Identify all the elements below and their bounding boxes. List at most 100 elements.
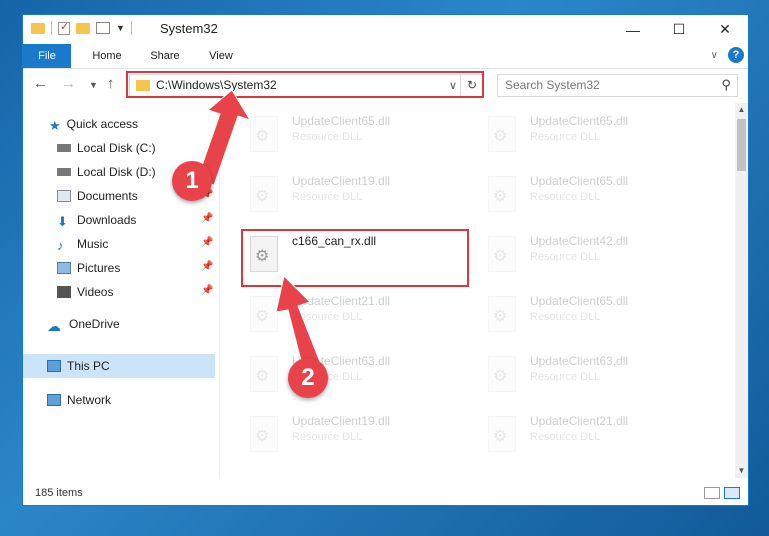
scroll-thumb[interactable] (737, 119, 746, 171)
file-type: Resource DLL (292, 431, 363, 443)
file-type: Resource DLL (530, 191, 601, 203)
sidebar-item-this-pc[interactable]: This PC (47, 355, 110, 377)
item-count: 185 items (35, 487, 83, 499)
file-item[interactable]: UpdateClient42.dll Resource DLL (480, 233, 710, 283)
dll-file-icon (250, 416, 278, 452)
dll-file-icon (488, 176, 516, 212)
search-icon[interactable]: ⚲ (721, 77, 731, 93)
sidebar-item-label: Pictures (77, 261, 121, 275)
file-list: UpdateClient65.dll Resource DLL UpdateCl… (219, 103, 736, 478)
file-name: UpdateClient65.dll (292, 114, 391, 128)
sidebar-item-documents[interactable]: Documents (57, 185, 138, 207)
status-bar: 185 items (23, 483, 748, 505)
file-name: UpdateClient65.dll (530, 114, 629, 128)
scroll-down-icon[interactable]: ▼ (735, 464, 748, 478)
dll-file-icon (250, 116, 278, 152)
file-item[interactable]: UpdateClient63.dll Resource DLL (242, 353, 472, 403)
sidebar-item-onedrive[interactable]: ☁ OneDrive (47, 313, 120, 335)
file-name: UpdateClient65.dll (530, 174, 629, 188)
computer-icon (47, 360, 61, 372)
file-name: UpdateClient65.dll (530, 294, 629, 308)
sidebar-item-quick-access[interactable]: ★ Quick access (49, 113, 138, 135)
search-input[interactable]: Search System32 ⚲ (497, 74, 738, 97)
search-placeholder: Search System32 (505, 78, 600, 92)
file-name: UpdateClient19.dll (292, 174, 391, 188)
dll-file-icon (250, 296, 278, 332)
callout-badge-2: 2 (288, 358, 328, 398)
file-item[interactable]: UpdateClient65.dll Resource DLL (480, 113, 710, 163)
file-item[interactable]: UpdateClient65.dll Resource DLL (480, 173, 710, 223)
dll-file-icon (488, 416, 516, 452)
pin-icon[interactable]: 📌 (201, 261, 213, 272)
sidebar-item-local-disk-c[interactable]: Local Disk (C:) (57, 137, 156, 159)
properties-icon[interactable] (58, 20, 70, 35)
tab-file[interactable]: File (23, 44, 71, 68)
title-bar: ▼ System32 — ☐ ✕ (23, 15, 748, 44)
sidebar-item-label: Local Disk (D:) (77, 165, 156, 179)
file-name: UpdateClient42.dll (530, 234, 629, 248)
file-item[interactable]: UpdateClient19.dll Resource DLL (242, 173, 472, 223)
sidebar-item-label: Local Disk (C:) (77, 141, 156, 155)
navigation-bar: ← → ▼ ↑ C:\Windows\System32 ∨ ↻ Search S… (23, 70, 748, 102)
pin-icon[interactable]: 📌 (201, 237, 213, 248)
quick-access-toolbar: ▼ (31, 20, 132, 35)
file-type: Resource DLL (530, 251, 601, 263)
recent-locations-icon[interactable]: ▼ (89, 80, 98, 90)
sidebar-item-label: Quick access (66, 117, 139, 131)
tab-view[interactable]: View (201, 44, 241, 68)
downloads-icon: ⬇ (57, 214, 68, 229)
network-icon (47, 394, 61, 406)
toolbar-divider (130, 21, 132, 35)
pin-icon[interactable]: 📌 (201, 285, 213, 296)
tab-home[interactable]: Home (85, 44, 129, 68)
ribbon-tabs: File Home Share View ∨ ? (23, 44, 748, 69)
file-name: UpdateClient19.dll (292, 414, 391, 428)
up-arrow-icon[interactable]: ↑ (107, 75, 115, 92)
maximize-button[interactable]: ☐ (656, 15, 702, 44)
pin-icon[interactable]: 📌 (201, 213, 213, 224)
scroll-up-icon[interactable]: ▲ (735, 103, 748, 117)
details-view-icon[interactable] (704, 487, 720, 499)
file-name: UpdateClient21.dll (530, 414, 629, 428)
music-icon: ♪ (57, 238, 64, 253)
file-item[interactable]: UpdateClient19.dll Resource DLL (242, 413, 472, 463)
dll-file-icon (250, 176, 278, 212)
dll-file-icon (488, 116, 516, 152)
customize-toolbar-icon[interactable] (96, 22, 110, 34)
minimize-button[interactable]: — (610, 15, 656, 44)
new-folder-icon[interactable] (76, 22, 90, 34)
drive-icon (57, 144, 71, 152)
sidebar-item-network[interactable]: Network (47, 389, 111, 411)
file-item[interactable]: UpdateClient21.dll Resource DLL (480, 413, 710, 463)
file-item[interactable]: UpdateClient21.dll Resource DLL (242, 293, 472, 343)
file-item[interactable]: UpdateClient65.dll Resource DLL (242, 113, 472, 163)
tiles-view-icon[interactable] (724, 487, 740, 499)
sidebar-item-label: Documents (77, 189, 138, 203)
tab-share[interactable]: Share (143, 44, 187, 68)
sidebar-item-pictures[interactable]: Pictures (57, 257, 120, 279)
navigation-pane: ★ Quick access Local Disk (C:) Local Dis… (23, 103, 218, 478)
sidebar-item-label: This PC (67, 359, 110, 373)
videos-icon (57, 286, 71, 298)
sidebar-item-downloads[interactable]: ⬇ Downloads (57, 209, 136, 231)
vertical-scrollbar[interactable]: ▲ ▼ (735, 103, 748, 478)
file-type: Resource DLL (530, 311, 601, 323)
file-item[interactable]: UpdateClient65.dll Resource DLL (480, 293, 710, 343)
sidebar-item-label: Music (77, 237, 109, 251)
forward-arrow-icon[interactable]: → (61, 75, 76, 92)
file-type: Resource DLL (530, 371, 601, 383)
sidebar-item-label: OneDrive (69, 317, 120, 331)
sidebar-item-local-disk-d[interactable]: Local Disk (D:) (57, 161, 156, 183)
back-arrow-icon[interactable]: ← (33, 75, 48, 92)
documents-icon (57, 190, 71, 202)
sidebar-item-label: Network (67, 393, 112, 407)
file-type: Resource DLL (292, 311, 363, 323)
sidebar-item-videos[interactable]: Videos (57, 281, 113, 303)
close-button[interactable]: ✕ (702, 15, 748, 44)
help-icon[interactable]: ? (728, 47, 744, 63)
expand-ribbon-icon[interactable]: ∨ (711, 50, 718, 61)
chevron-down-icon[interactable]: ▼ (116, 23, 125, 33)
file-item[interactable]: UpdateClient63.dll Resource DLL (480, 353, 710, 403)
file-name: UpdateClient21.dll (292, 294, 391, 308)
sidebar-item-music[interactable]: ♪ Music (57, 233, 108, 255)
